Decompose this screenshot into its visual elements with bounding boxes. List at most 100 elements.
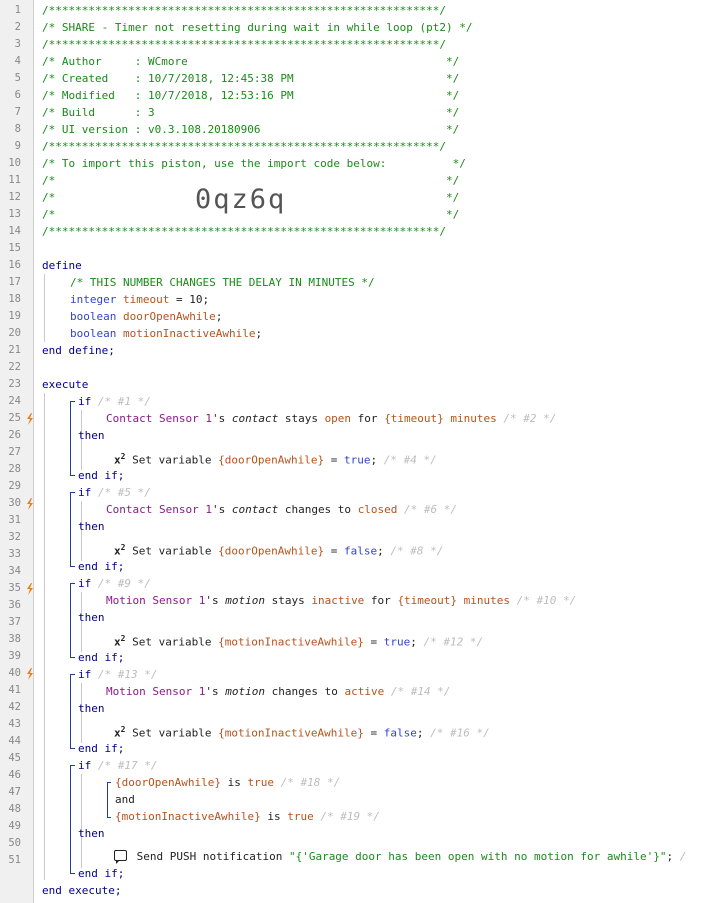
value: active <box>344 685 385 698</box>
line-number: 23 <box>8 378 21 390</box>
end-execute[interactable]: end execute; <box>42 882 121 899</box>
if-keyword: if <box>78 395 92 408</box>
end-if: end if; <box>78 651 125 664</box>
statement-id: /* #16 */ <box>423 726 490 740</box>
line-number: 40 <box>8 667 21 679</box>
indent-guide <box>81 774 82 868</box>
if-bracket <box>70 492 71 567</box>
statement-id: /* #9 */ <box>97 577 151 590</box>
trigger-bolt-icon <box>27 583 33 595</box>
line-number: 16 <box>8 259 21 271</box>
build-line: /* Build : 3 */ <box>42 106 460 119</box>
operator: is <box>260 810 288 823</box>
device-name: Contact Sensor 1 <box>106 412 212 425</box>
condition-2[interactable]: Contact Sensor 1's contact changes to cl… <box>106 501 457 518</box>
then-keyword: then <box>78 827 105 840</box>
line-number: 20 <box>8 327 21 339</box>
line-number: 2 <box>14 21 21 33</box>
action-1[interactable]: x2 Set variable {doorOpenAwhile} = true;… <box>114 448 437 467</box>
variable-motion-inactive-awhile[interactable]: boolean motionInactiveAwhile; <box>70 325 262 342</box>
message-text: "{'Garage door has been open with no mot… <box>288 850 667 863</box>
line-number: 46 <box>8 769 21 781</box>
bracket-bottom <box>70 657 75 658</box>
statement-id: /* #14 */ <box>384 685 451 698</box>
piston-title: /* SHARE - Timer not resetting during wa… <box>42 21 473 34</box>
possessive: 's <box>205 685 226 698</box>
end-define[interactable]: end define; <box>42 342 115 359</box>
line-number: 13 <box>8 208 21 220</box>
action-3[interactable]: x2 Set variable {motionInactiveAwhile} =… <box>114 630 484 649</box>
line-number: 37 <box>8 616 21 628</box>
line-number: 28 <box>8 463 21 475</box>
attribute: motion <box>225 594 265 607</box>
var-type: integer <box>70 293 117 306</box>
line-number: 12 <box>8 191 21 203</box>
condition-5b[interactable]: {motionInactiveAwhile} is true /* #19 */ <box>115 808 380 825</box>
statement-id: /* #6 */ <box>397 503 458 516</box>
then-keyword: then <box>78 429 105 442</box>
line-number: 8 <box>14 123 21 135</box>
if-keyword: if <box>78 668 92 681</box>
variable-ref: {doorOpenAwhile} <box>218 453 325 467</box>
header-line: /***************************************… <box>42 225 446 238</box>
statement-id: /* #5 */ <box>97 486 151 499</box>
action-5[interactable]: Send PUSH notification "{'Garage door ha… <box>114 848 686 865</box>
condition-4[interactable]: Motion Sensor 1's motion changes to acti… <box>106 683 450 700</box>
bracket-bottom <box>107 817 111 818</box>
timeout-ref: {timeout} <box>397 594 458 607</box>
condition-5a[interactable]: {doorOpenAwhile} is true /* #18 */ <box>115 774 340 791</box>
import-code[interactable]: 0qz6q <box>195 184 286 216</box>
action-2[interactable]: x2 Set variable {doorOpenAwhile} = false… <box>114 539 443 558</box>
and-operator[interactable]: and <box>115 791 135 808</box>
action-4[interactable]: x2 Set variable {motionInactiveAwhile} =… <box>114 721 490 740</box>
statement-id: / <box>673 850 687 863</box>
statement-id: /* #12 */ <box>416 635 484 649</box>
trigger-bolt-icon <box>27 668 33 680</box>
header-line: /***************************************… <box>42 38 446 51</box>
bracket-bottom <box>70 748 75 749</box>
variable-ref: {doorOpenAwhile} <box>218 544 325 558</box>
set-variable-icon: x2 <box>114 725 126 740</box>
define-keyword[interactable]: define <box>42 257 82 274</box>
attribute: contact <box>231 503 279 516</box>
line-number: 14 <box>8 225 21 237</box>
value: true <box>287 810 314 823</box>
for-text: for <box>364 594 398 607</box>
bracket-top <box>70 401 75 402</box>
execute-keyword[interactable]: execute <box>42 376 88 393</box>
variable-timeout[interactable]: integer timeout = 10; <box>70 291 209 308</box>
line-number: 51 <box>8 854 21 866</box>
bool-value: true <box>344 453 371 467</box>
variable-door-open-awhile[interactable]: boolean doorOpenAwhile; <box>70 308 222 325</box>
line-number: 36 <box>8 599 21 611</box>
equals: = <box>324 453 345 467</box>
condition-1[interactable]: Contact Sensor 1's contact stays open fo… <box>106 410 556 427</box>
equals: = <box>363 635 384 649</box>
if-statement-5[interactable]: if /* #17 */ <box>78 757 157 774</box>
condition-group-bracket <box>107 782 108 818</box>
condition-3[interactable]: Motion Sensor 1's motion stays inactive … <box>106 592 576 609</box>
if-statement-2[interactable]: if /* #5 */ <box>78 484 151 501</box>
then-keyword: then <box>78 520 105 533</box>
var-name: timeout <box>122 293 170 306</box>
device-name: Contact Sensor 1 <box>106 503 212 516</box>
possessive: 's <box>211 412 232 425</box>
if-statement-4[interactable]: if /* #13 */ <box>78 666 157 683</box>
var-init: = 10; <box>169 293 210 306</box>
if-statement-1[interactable]: if /* #1 */ <box>78 393 151 410</box>
statement-id: /* #1 */ <box>97 395 151 408</box>
attribute: contact <box>231 412 279 425</box>
line-number: 48 <box>8 803 21 815</box>
line-number: 43 <box>8 718 21 730</box>
if-statement-3[interactable]: if /* #9 */ <box>78 575 151 592</box>
line-number: 17 <box>8 276 21 288</box>
line-number: 38 <box>8 633 21 645</box>
variable-ref: {doorOpenAwhile} <box>115 776 221 789</box>
statement-id: /* #19 */ <box>313 810 380 823</box>
line-number: 18 <box>8 293 21 305</box>
possessive: 's <box>211 503 232 516</box>
value: inactive <box>311 594 365 607</box>
action-text: Set variable <box>125 453 219 467</box>
code-editor[interactable]: 1 2 3 4 5 6 7 8 9 10 11 12 13 14 15 16 17 18 19 20 21 22 23 24 2… <box>0 0 711 903</box>
line-number: 49 <box>8 820 21 832</box>
